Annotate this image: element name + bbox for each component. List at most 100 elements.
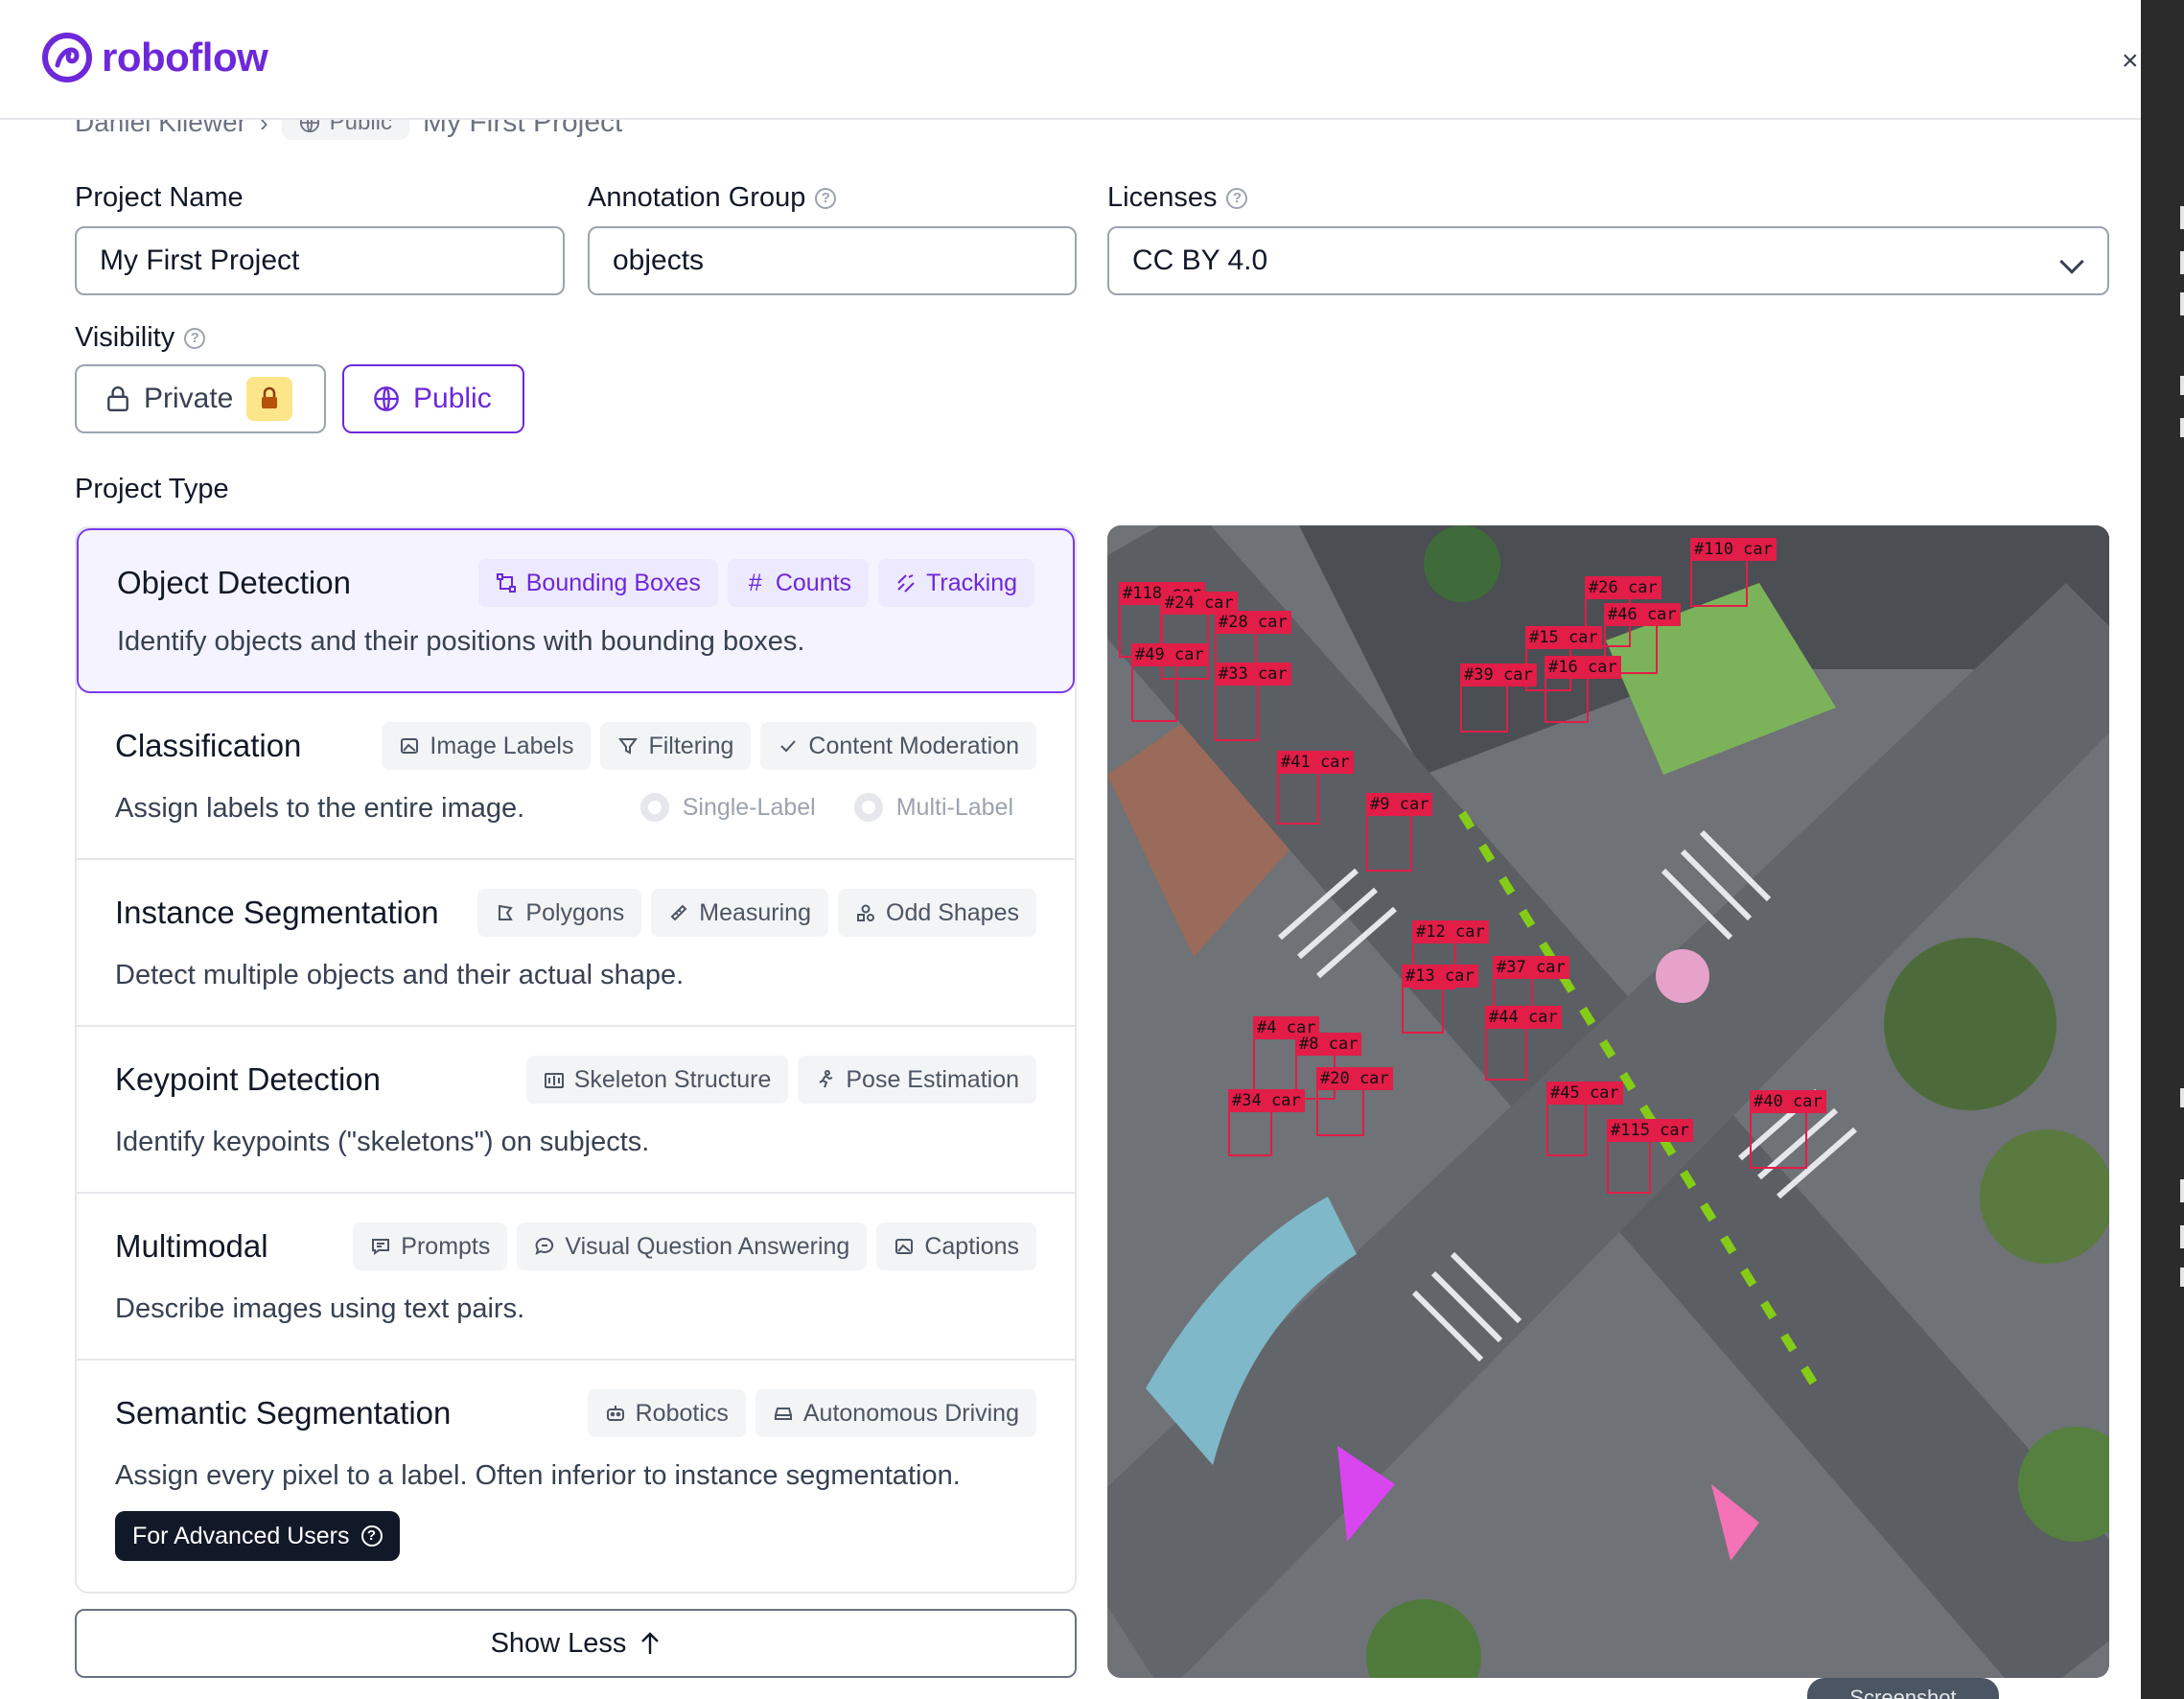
lock-open-icon [107, 386, 128, 412]
car-icon [773, 1403, 794, 1424]
tag-list: Skeleton Structure Pose Estimation [525, 1056, 1036, 1104]
annotation-group-label: Annotation Group? [588, 182, 837, 214]
project-type-title: Semantic Segmentation [115, 1395, 452, 1431]
licenses-label: Licenses? [1107, 182, 1248, 214]
chevron-down-icon [2059, 249, 2084, 274]
visibility-label: Visibility? [75, 322, 206, 354]
detection-box: #9 car [1366, 793, 1433, 872]
project-type-classification[interactable]: Classification Image Labels Filtering Co… [77, 693, 1075, 860]
shapes-icon [855, 902, 876, 923]
visibility-private-label: Private [144, 383, 234, 414]
tag-prompts: Prompts [353, 1222, 508, 1270]
tag-list: Image Labels Filtering Content Moderatio… [382, 722, 1036, 770]
tag-content-moderation: Content Moderation [760, 722, 1036, 770]
detection-box: #41 car [1277, 751, 1354, 825]
robot-icon [605, 1403, 626, 1424]
project-type-title: Instance Segmentation [115, 895, 439, 930]
page-backdrop [2141, 0, 2184, 1699]
detection-box: #33 car [1215, 663, 1291, 741]
screenshot-tab[interactable]: Screenshot [1807, 1678, 1999, 1699]
help-icon[interactable]: ? [184, 327, 206, 349]
tag-tracking: Tracking [878, 559, 1034, 607]
brand-name: roboflow [102, 35, 268, 80]
polygon-icon [495, 902, 516, 923]
project-name-label: Project Name [75, 182, 244, 213]
message-icon [370, 1236, 391, 1257]
tag-list: Prompts Visual Question Answering Captio… [353, 1222, 1036, 1270]
close-icon[interactable]: × [2122, 47, 2149, 76]
detection-box: #4 car [1253, 1016, 1320, 1091]
image-icon [894, 1236, 915, 1257]
tag-measuring: Measuring [651, 889, 828, 937]
project-type-instance-segmentation[interactable]: Instance Segmentation Polygons Measuring… [77, 860, 1075, 1027]
bounding-box-icon [496, 572, 517, 593]
running-person-icon [815, 1069, 836, 1090]
arrow-up-icon [641, 1632, 660, 1654]
project-type-desc: Identify keypoints ("skeletons") on subj… [115, 1127, 650, 1157]
tag-list: Bounding Boxes # Counts Tracking [477, 559, 1034, 607]
tag-bounding-boxes: Bounding Boxes [477, 559, 718, 607]
check-icon [778, 735, 799, 756]
help-icon[interactable]: ? [360, 1525, 383, 1547]
example-aerial-image: #118 car #24 car #28 car #49 car #33 car… [1107, 525, 2109, 1678]
project-type-desc: Assign every pixel to a label. Often inf… [115, 1460, 961, 1491]
globe-icon [374, 386, 399, 411]
tag-captions: Captions [876, 1222, 1036, 1270]
hash-icon: # [748, 569, 762, 596]
visibility-public-button[interactable]: Public [342, 364, 524, 433]
detection-box: #110 car [1690, 538, 1777, 607]
annotation-group-input[interactable]: objects [588, 226, 1077, 295]
show-less-button[interactable]: Show Less [75, 1609, 1077, 1678]
detection-box: #16 car [1545, 656, 1621, 723]
project-type-list: Object Detection Bounding Boxes # Counts… [75, 526, 1077, 1594]
detection-box: #13 car [1402, 965, 1478, 1034]
project-type-keypoint-detection[interactable]: Keypoint Detection Skeleton Structure Po… [77, 1027, 1075, 1194]
tag-odd-shapes: Odd Shapes [838, 889, 1036, 937]
detection-box: #34 car [1228, 1089, 1305, 1156]
project-type-desc: Assign labels to the entire image. [115, 793, 525, 824]
detection-box: #40 car [1750, 1090, 1826, 1169]
detection-box: #44 car [1485, 1006, 1562, 1081]
licenses-select[interactable]: CC BY 4.0 [1107, 226, 2109, 295]
ruler-icon [668, 902, 689, 923]
project-type-title: Keypoint Detection [115, 1061, 382, 1097]
filter-icon [617, 735, 639, 756]
visibility-public-label: Public [413, 383, 492, 414]
chat-bubble-icon [534, 1236, 555, 1257]
advanced-users-badge: For Advanced Users ? [115, 1511, 400, 1561]
detection-box: #45 car [1546, 1082, 1623, 1156]
tag-filtering: Filtering [600, 722, 752, 770]
project-type-desc: Detect multiple objects and their actual… [115, 960, 685, 990]
project-type-multimodal[interactable]: Multimodal Prompts Visual Question Answe… [77, 1194, 1075, 1361]
single-label-radio[interactable]: Single-Label [639, 793, 816, 822]
help-icon[interactable]: ? [815, 187, 837, 209]
project-type-desc: Describe images using text pairs. [115, 1293, 525, 1324]
tag-skeleton-structure: Skeleton Structure [525, 1056, 789, 1104]
classification-options: Single-Label Multi-Label [639, 793, 1013, 822]
tag-polygons: Polygons [477, 889, 642, 937]
project-type-object-detection[interactable]: Object Detection Bounding Boxes # Counts… [77, 528, 1075, 693]
image-icon [399, 735, 420, 756]
project-type-title: Multimodal [115, 1228, 268, 1264]
detection-box: #115 car [1607, 1119, 1693, 1194]
project-type-semantic-segmentation[interactable]: Semantic Segmentation Robotics Autonomou… [77, 1361, 1075, 1592]
help-icon[interactable]: ? [1226, 187, 1248, 209]
roboflow-logo[interactable]: roboflow [42, 33, 268, 82]
project-name-input[interactable]: My First Project [75, 226, 565, 295]
roboflow-logo-icon [42, 33, 92, 82]
detection-box: #49 car [1131, 643, 1208, 722]
multi-label-radio[interactable]: Multi-Label [853, 793, 1013, 822]
tag-counts: # Counts [727, 559, 870, 607]
project-type-title: Classification [115, 728, 302, 763]
lock-icon [246, 377, 293, 421]
tag-autonomous-driving: Autonomous Driving [755, 1389, 1036, 1437]
tracking-icon [895, 572, 917, 593]
detection-box: #39 car [1460, 663, 1537, 733]
top-header: roboflow × [0, 0, 2141, 120]
tag-list: Polygons Measuring Odd Shapes [477, 889, 1036, 937]
visibility-private-button[interactable]: Private [75, 364, 326, 433]
tag-list: Robotics Autonomous Driving [587, 1389, 1036, 1437]
project-type-title: Object Detection [117, 565, 351, 600]
tag-robotics: Robotics [587, 1389, 746, 1437]
skeleton-icon [544, 1069, 565, 1090]
